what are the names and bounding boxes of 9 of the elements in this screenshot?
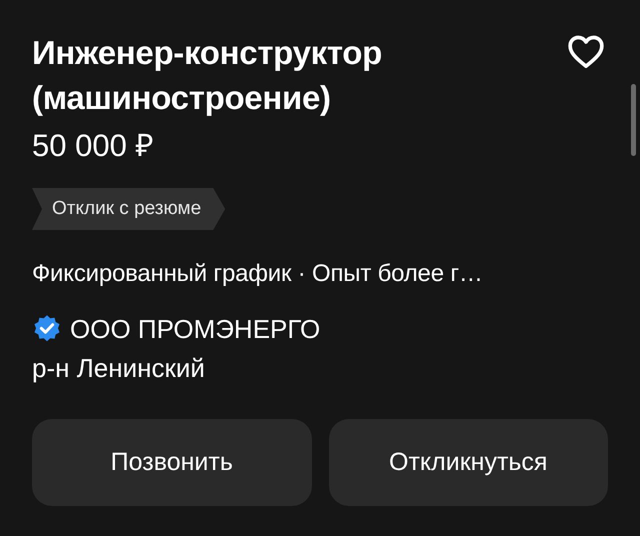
job-details-text: Фиксированный график · Опыт более г… — [32, 259, 484, 289]
salary-text: 50 000 ₽ — [32, 127, 154, 165]
scrollbar-thumb[interactable] — [631, 84, 636, 156]
district-text: р-н Ленинский — [32, 352, 206, 385]
company-name: ООО ПРОМЭНЕРГО — [70, 313, 320, 346]
vacancy-title: Инженер-конструктор (машиностроение) — [32, 33, 384, 118]
apply-button[interactable]: Откликнуться — [328, 419, 608, 506]
response-tag: Отклик с резюме — [32, 188, 226, 230]
call-button[interactable]: Позвонить — [32, 419, 312, 506]
